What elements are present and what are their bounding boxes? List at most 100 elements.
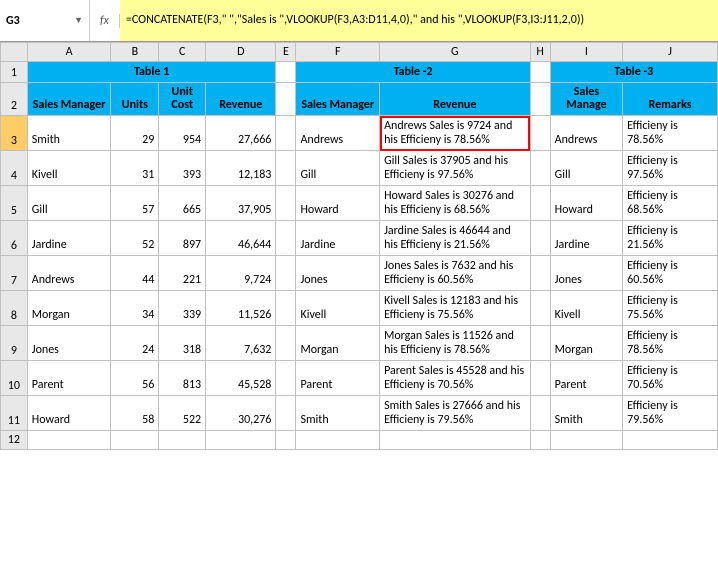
- cell[interactable]: 318: [159, 326, 206, 361]
- cell[interactable]: 665: [159, 186, 206, 221]
- cell[interactable]: [530, 186, 550, 221]
- active-cell-g3[interactable]: Andrews Sales is 9724 and his Efficieny …: [380, 116, 531, 151]
- cell[interactable]: Efficieny is 78.56%: [623, 116, 718, 151]
- cell[interactable]: 44: [111, 256, 159, 291]
- cell[interactable]: Howard: [550, 186, 622, 221]
- col-header[interactable]: G: [380, 43, 531, 62]
- cell[interactable]: Jones: [550, 256, 622, 291]
- col-header[interactable]: E: [276, 43, 296, 62]
- cell[interactable]: Efficieny is 68.56%: [623, 186, 718, 221]
- cell[interactable]: Jardine: [550, 221, 622, 256]
- cell[interactable]: [276, 256, 296, 291]
- cell[interactable]: 30,276: [206, 396, 276, 431]
- col-header[interactable]: C: [159, 43, 206, 62]
- cell[interactable]: [530, 396, 550, 431]
- cell[interactable]: [276, 326, 296, 361]
- cell[interactable]: 393: [159, 151, 206, 186]
- cell[interactable]: [206, 431, 276, 450]
- cell[interactable]: [550, 431, 622, 450]
- cell[interactable]: [27, 431, 111, 450]
- cell[interactable]: [276, 62, 296, 83]
- cell[interactable]: Efficieny is 60.56%: [623, 256, 718, 291]
- cell[interactable]: [530, 62, 550, 83]
- cell[interactable]: Smith: [27, 116, 111, 151]
- cell[interactable]: [276, 151, 296, 186]
- cell[interactable]: [159, 431, 206, 450]
- cell[interactable]: Gill: [296, 151, 380, 186]
- cell[interactable]: Parent Sales is 45528 and his Efficieny …: [380, 361, 531, 396]
- cell[interactable]: Parent: [550, 361, 622, 396]
- t3-header-sm[interactable]: Sales Manage: [550, 83, 622, 116]
- cell[interactable]: Gill: [550, 151, 622, 186]
- cell[interactable]: [276, 431, 296, 450]
- cell[interactable]: [276, 291, 296, 326]
- cell[interactable]: 56: [111, 361, 159, 396]
- row-header[interactable]: 6: [1, 221, 28, 256]
- col-header[interactable]: J: [623, 43, 718, 62]
- cell[interactable]: Efficieny is 21.56%: [623, 221, 718, 256]
- t1-header-sm[interactable]: Sales Manager: [27, 83, 111, 116]
- cell[interactable]: [530, 326, 550, 361]
- chevron-down-icon[interactable]: ▼: [74, 15, 83, 26]
- cell[interactable]: Andrews: [550, 116, 622, 151]
- cell[interactable]: Howard Sales is 30276 and his Efficieny …: [380, 186, 531, 221]
- cell[interactable]: [530, 256, 550, 291]
- table3-title[interactable]: Table -3: [550, 62, 717, 83]
- cell[interactable]: 34: [111, 291, 159, 326]
- row-header[interactable]: 8: [1, 291, 28, 326]
- cell[interactable]: Jones Sales is 7632 and his Efficieny is…: [380, 256, 531, 291]
- cell[interactable]: 897: [159, 221, 206, 256]
- cell[interactable]: Morgan: [296, 326, 380, 361]
- cell[interactable]: Smith: [296, 396, 380, 431]
- cell[interactable]: [623, 431, 718, 450]
- cell[interactable]: Efficieny is 79.56%: [623, 396, 718, 431]
- col-header[interactable]: F: [296, 43, 380, 62]
- formula-input[interactable]: =CONCATENATE(F3," ","Sales is ",VLOOKUP(…: [120, 0, 718, 41]
- cell[interactable]: Jardine: [296, 221, 380, 256]
- cell[interactable]: 31: [111, 151, 159, 186]
- cell[interactable]: Kivell: [296, 291, 380, 326]
- cell[interactable]: [111, 431, 159, 450]
- row-header[interactable]: 10: [1, 361, 28, 396]
- col-header[interactable]: B: [111, 43, 159, 62]
- cell[interactable]: Kivell Sales is 12183 and his Efficieny …: [380, 291, 531, 326]
- table1-title[interactable]: Table 1: [27, 62, 276, 83]
- t3-header-rem[interactable]: Remarks: [623, 83, 718, 116]
- cell[interactable]: 9,724: [206, 256, 276, 291]
- row-header[interactable]: 12: [1, 431, 28, 450]
- cell[interactable]: Morgan: [550, 326, 622, 361]
- row-header[interactable]: 4: [1, 151, 28, 186]
- cell[interactable]: [296, 431, 380, 450]
- cell[interactable]: Gill Sales is 37905 and his Efficieny is…: [380, 151, 531, 186]
- select-all-corner[interactable]: [1, 43, 28, 62]
- row-header[interactable]: 3: [1, 116, 28, 151]
- cell[interactable]: Andrews: [27, 256, 111, 291]
- t2-header-sm[interactable]: Sales Manager: [296, 83, 380, 116]
- col-header[interactable]: D: [206, 43, 276, 62]
- cell[interactable]: 58: [111, 396, 159, 431]
- col-header[interactable]: I: [550, 43, 622, 62]
- cell[interactable]: Kivell: [27, 151, 111, 186]
- cell[interactable]: [276, 83, 296, 116]
- cell[interactable]: Jardine: [27, 221, 111, 256]
- cell[interactable]: Howard: [27, 396, 111, 431]
- name-box[interactable]: G3 ▼: [0, 0, 90, 41]
- t2-header-rev[interactable]: Revenue: [380, 83, 531, 116]
- cell[interactable]: Smith Sales is 27666 and his Efficieny i…: [380, 396, 531, 431]
- cell[interactable]: [530, 83, 550, 116]
- cell[interactable]: 57: [111, 186, 159, 221]
- cell[interactable]: [276, 221, 296, 256]
- cell[interactable]: 24: [111, 326, 159, 361]
- cell[interactable]: 221: [159, 256, 206, 291]
- spreadsheet-grid[interactable]: A B C D E F G H I J 1 Table 1 Table -2 T…: [0, 42, 718, 450]
- t1-header-uc[interactable]: Unit Cost: [159, 83, 206, 116]
- cell[interactable]: 45,528: [206, 361, 276, 396]
- row-header[interactable]: 11: [1, 396, 28, 431]
- cell[interactable]: 46,644: [206, 221, 276, 256]
- cell[interactable]: Jones: [296, 256, 380, 291]
- fx-icon[interactable]: fx: [90, 14, 120, 28]
- cell[interactable]: [380, 431, 531, 450]
- cell[interactable]: Efficieny is 75.56%: [623, 291, 718, 326]
- cell[interactable]: Jardine Sales is 46644 and his Efficieny…: [380, 221, 531, 256]
- cell[interactable]: [530, 291, 550, 326]
